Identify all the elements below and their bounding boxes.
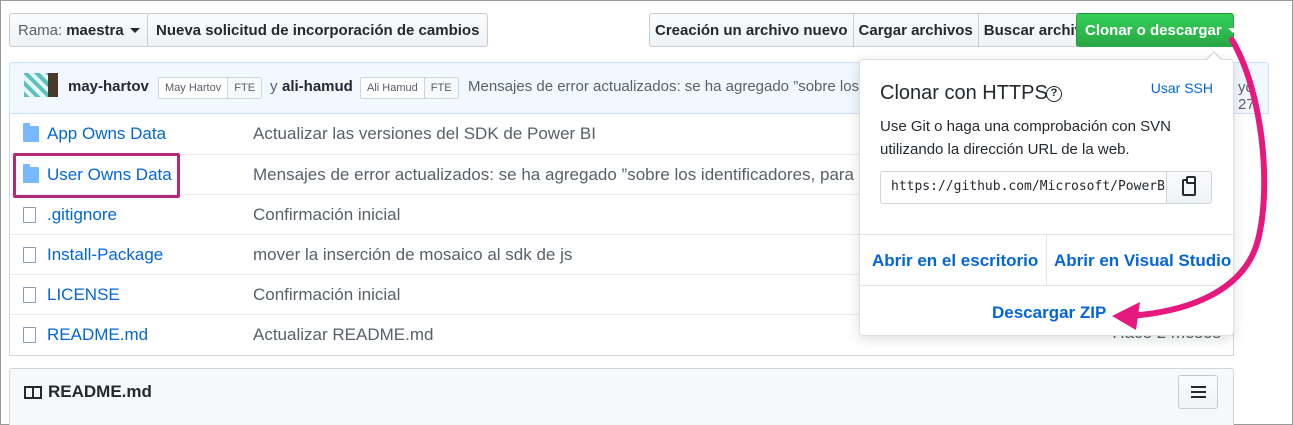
avatar[interactable]	[24, 73, 48, 97]
divider	[1046, 234, 1047, 285]
clone-url-input[interactable]: https://github.com/Microsoft/PowerBI-Dev…	[880, 171, 1167, 204]
new-pull-request-button[interactable]: Nueva solicitud de incorporación de camb…	[147, 13, 489, 47]
coauthor-badge: Ali Hamud FTE	[360, 77, 459, 99]
clone-popup: Clonar con HTTPS ? Usar SSH Use Git o ha…	[859, 51, 1234, 336]
upload-files-button[interactable]: Cargar archivos	[852, 13, 979, 47]
highlight-box	[13, 153, 180, 198]
file-icon	[23, 247, 36, 263]
table-of-contents-button[interactable]	[1178, 375, 1218, 409]
file-actions-group: Creación un archivo nuevo Cargar archivo…	[649, 13, 1099, 47]
conjunction-text: y	[270, 78, 278, 95]
clipboard-icon	[1182, 176, 1196, 196]
commit-message-link[interactable]: mover la inserción de mosaico al sdk de …	[253, 245, 572, 265]
readme-title: README.md	[48, 382, 152, 401]
file-name-link[interactable]: .gitignore	[47, 205, 117, 225]
avatar[interactable]	[48, 73, 58, 97]
commit-author-link[interactable]: may-hartov	[68, 78, 149, 95]
use-ssh-link[interactable]: Usar SSH	[1151, 80, 1213, 96]
copy-url-button[interactable]	[1166, 171, 1212, 204]
folder-icon	[23, 123, 39, 142]
file-name-link[interactable]: App Owns Data	[47, 124, 166, 144]
readme-header: README.md	[9, 368, 1234, 425]
author-badge: May Hartov FTE	[158, 77, 263, 99]
commit-age-fragment: yd 27	[1238, 79, 1255, 113]
commit-message-link[interactable]: Confirmación inicial	[253, 285, 400, 305]
help-icon[interactable]: ?	[1046, 86, 1062, 102]
file-name-link[interactable]: LICENSE	[47, 285, 120, 305]
divider	[860, 285, 1233, 286]
commit-coauthor-link[interactable]: ali-hamud	[282, 78, 353, 95]
branch-name: maestra	[66, 21, 124, 39]
open-visual-studio-link[interactable]: Abrir en Visual Studio	[1054, 251, 1231, 271]
fte-badge: FTE	[227, 78, 262, 98]
commit-message-link[interactable]: Actualizar README.md	[253, 325, 433, 345]
download-zip-link[interactable]: Descargar ZIP	[992, 303, 1106, 323]
file-icon	[23, 287, 36, 303]
author-name-label: May Hartov	[165, 82, 222, 94]
commit-message-link[interactable]: Mensajes de error actualizados: se ha ag…	[468, 78, 867, 95]
clone-download-button[interactable]: Clonar o descargar	[1076, 13, 1238, 47]
commit-message-link[interactable]: Confirmación inicial	[253, 205, 400, 225]
book-icon	[24, 386, 42, 399]
branch-selector-button[interactable]: Rama: maestra	[9, 13, 149, 47]
file-name-link[interactable]: README.md	[47, 325, 148, 345]
commit-message-link[interactable]: Actualizar las versiones del SDK de Powe…	[253, 124, 596, 144]
popup-description: Use Git o haga una comprobación con SVN …	[880, 118, 1171, 158]
file-icon	[23, 327, 36, 343]
chevron-down-icon	[1227, 27, 1238, 33]
fte-badge: FTE	[423, 78, 458, 98]
clone-download-label: Clonar o descargar	[1085, 21, 1222, 39]
popup-title: Clonar con HTTPS	[880, 82, 1048, 104]
commit-message-link[interactable]: Mensajes de error actualizados: se ha ag…	[253, 165, 854, 185]
file-icon	[23, 207, 36, 223]
branch-prefix: Rama:	[18, 21, 63, 39]
create-file-button[interactable]: Creación un archivo nuevo	[649, 13, 854, 47]
file-name-link[interactable]: Install-Package	[47, 245, 163, 265]
chevron-down-icon	[129, 27, 140, 33]
coauthor-name-label: Ali Hamud	[367, 82, 418, 94]
open-desktop-link[interactable]: Abrir en el escritorio	[872, 251, 1038, 271]
